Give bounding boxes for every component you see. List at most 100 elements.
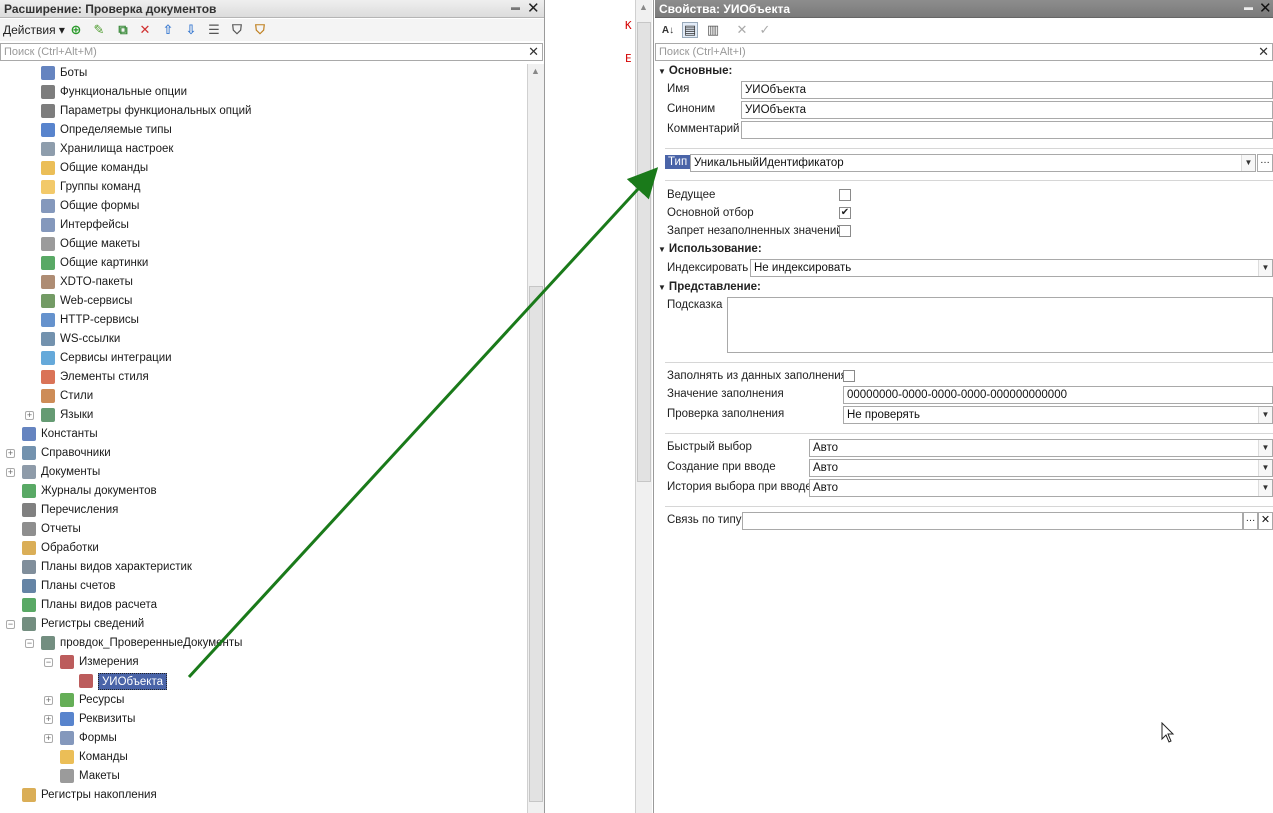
expand-icon[interactable]: + [44, 696, 53, 705]
tree-item[interactable]: − Регистры сведений [0, 615, 527, 634]
tree-item[interactable]: Журналы документов [0, 482, 527, 501]
type-select-button[interactable]: … [1257, 154, 1273, 172]
tree-item[interactable]: + Реквизиты [0, 710, 527, 729]
tooltip-field[interactable] [727, 297, 1273, 353]
properties-clear-search-icon[interactable]: ✕ [1258, 44, 1269, 60]
move-down-icon[interactable]: ⇩ [183, 22, 199, 38]
tree-item[interactable]: Группы команд [0, 178, 527, 197]
expand-icon[interactable]: + [44, 715, 53, 724]
delete-icon[interactable]: ✕ [137, 22, 153, 38]
tree-item[interactable]: УИОбъекта [0, 672, 527, 691]
tree-item[interactable]: + Ресурсы [0, 691, 527, 710]
sort-icon[interactable]: ☰ [206, 22, 222, 38]
expand-icon[interactable]: + [25, 411, 34, 420]
tree-item[interactable]: Хранилища настроек [0, 140, 527, 159]
link-by-type-clear-icon[interactable]: ✕ [1258, 512, 1273, 530]
tree-item[interactable]: Команды [0, 748, 527, 767]
quick-choice-select[interactable]: Авто ▼ [809, 439, 1273, 457]
clear-search-icon[interactable]: ✕ [528, 44, 539, 60]
type-field[interactable]: УникальныйИдентификатор ▼ [690, 154, 1256, 172]
collapse-icon[interactable]: − [44, 658, 53, 667]
section-main[interactable]: ▼ Основные: [658, 65, 732, 77]
expand-icon[interactable]: + [6, 449, 15, 458]
actions-menu[interactable]: Действия ▾ [3, 23, 65, 37]
fill-value-field[interactable]: 00000000-0000-0000-0000-000000000000 [843, 386, 1273, 404]
tree-item[interactable]: Общие формы [0, 197, 527, 216]
tree-item[interactable]: WS-ссылки [0, 330, 527, 349]
comment-field[interactable] [741, 121, 1273, 139]
index-dropdown-icon[interactable]: ▼ [1258, 260, 1272, 276]
tree-item[interactable]: − Измерения [0, 653, 527, 672]
tree-item[interactable]: Функциональные опции [0, 83, 527, 102]
name-field[interactable]: УИОбъекта [741, 81, 1273, 99]
tree-item[interactable]: Обработки [0, 539, 527, 558]
tree-scrollbar-thumb[interactable] [529, 286, 543, 802]
tree-item[interactable]: Определяемые типы [0, 121, 527, 140]
properties-search-input[interactable] [656, 44, 1272, 60]
type-dropdown-icon[interactable]: ▼ [1241, 155, 1255, 171]
editor-scrollbar-thumb[interactable] [637, 22, 651, 482]
move-up-icon[interactable]: ⇧ [160, 22, 176, 38]
tree-item[interactable]: + Справочники [0, 444, 527, 463]
choice-history-select[interactable]: Авто ▼ [809, 479, 1273, 497]
cancel-changes-icon[interactable]: ✕ [734, 22, 750, 38]
pin-icon[interactable]: ▬ [511, 2, 520, 12]
copy-icon[interactable]: ⧉ [115, 22, 131, 38]
tree-item[interactable]: + Языки [0, 406, 527, 425]
apply-changes-icon[interactable]: ✓ [757, 22, 773, 38]
left-search-input[interactable] [1, 44, 542, 60]
tree-item[interactable]: + Документы [0, 463, 527, 482]
tree-item[interactable]: XDTO-пакеты [0, 273, 527, 292]
tree-item[interactable]: Элементы стиля [0, 368, 527, 387]
scroll-up-icon[interactable]: ▲ [531, 66, 540, 76]
tree-item[interactable]: Стили [0, 387, 527, 406]
tree-item[interactable]: Макеты [0, 767, 527, 786]
tree-item[interactable]: Общие картинки [0, 254, 527, 273]
tree-item[interactable]: Планы видов характеристик [0, 558, 527, 577]
tree-item[interactable]: Боты [0, 64, 527, 83]
tree-item[interactable]: Планы видов расчета [0, 596, 527, 615]
section-presentation[interactable]: ▼ Представление: [658, 281, 761, 293]
tree-item[interactable]: Web-сервисы [0, 292, 527, 311]
deny-unfilled-checkbox[interactable] [839, 225, 851, 237]
tree-item[interactable]: Отчеты [0, 520, 527, 539]
properties-close-icon[interactable]: ✕ [1259, 0, 1272, 17]
editor-scroll-up-icon[interactable]: ▲ [639, 2, 648, 12]
tree-item[interactable]: Сервисы интеграции [0, 349, 527, 368]
tree-item[interactable]: Общие команды [0, 159, 527, 178]
tree-item[interactable]: Константы [0, 425, 527, 444]
tree-item[interactable]: Интерфейсы [0, 216, 527, 235]
tree-item[interactable]: + Формы [0, 729, 527, 748]
index-select[interactable]: Не индексировать ▼ [750, 259, 1273, 277]
collapse-icon[interactable]: − [6, 620, 15, 629]
properties-pin-icon[interactable]: ▬ [1244, 2, 1253, 12]
create-on-input-select[interactable]: Авто ▼ [809, 459, 1273, 477]
tree-item[interactable]: Общие макеты [0, 235, 527, 254]
tree-item[interactable]: Перечисления [0, 501, 527, 520]
master-checkbox[interactable] [839, 189, 851, 201]
filter-properties-icon[interactable]: ▥ [705, 22, 721, 38]
expand-icon[interactable]: + [44, 734, 53, 743]
tree-item[interactable]: HTTP-сервисы [0, 311, 527, 330]
quick-choice-dropdown-icon[interactable]: ▼ [1258, 440, 1272, 456]
choice-history-dropdown-icon[interactable]: ▼ [1258, 480, 1272, 496]
editor-scrollbar[interactable]: ▲ [635, 0, 652, 813]
create-on-input-dropdown-icon[interactable]: ▼ [1258, 460, 1272, 476]
edit-icon[interactable]: ✎ [91, 22, 107, 38]
synonym-field[interactable]: УИОбъекта [741, 101, 1273, 119]
link-by-type-select-button[interactable]: … [1243, 512, 1258, 530]
sort-alphabetically-icon[interactable]: A↓ [660, 22, 676, 38]
main-filter-checkbox[interactable]: ✔ [839, 207, 851, 219]
categorized-view-icon[interactable]: ▤ [682, 22, 698, 38]
tree-scrollbar[interactable]: ▲ [527, 64, 544, 813]
tree-item[interactable]: Регистры накопления [0, 786, 527, 805]
fill-from-checkbox[interactable] [843, 370, 855, 382]
tree-item[interactable]: − провдок_ПроверенныеДокументы [0, 634, 527, 653]
section-usage[interactable]: ▼ Использование: [658, 243, 762, 255]
add-icon[interactable]: ⊕ [68, 22, 84, 38]
collapse-icon[interactable]: − [25, 639, 34, 648]
link-by-type-field[interactable] [742, 512, 1243, 530]
tree-item[interactable]: Параметры функциональных опций [0, 102, 527, 121]
tree-item[interactable]: Планы счетов [0, 577, 527, 596]
filter-icon[interactable]: ⛉ [229, 22, 245, 38]
